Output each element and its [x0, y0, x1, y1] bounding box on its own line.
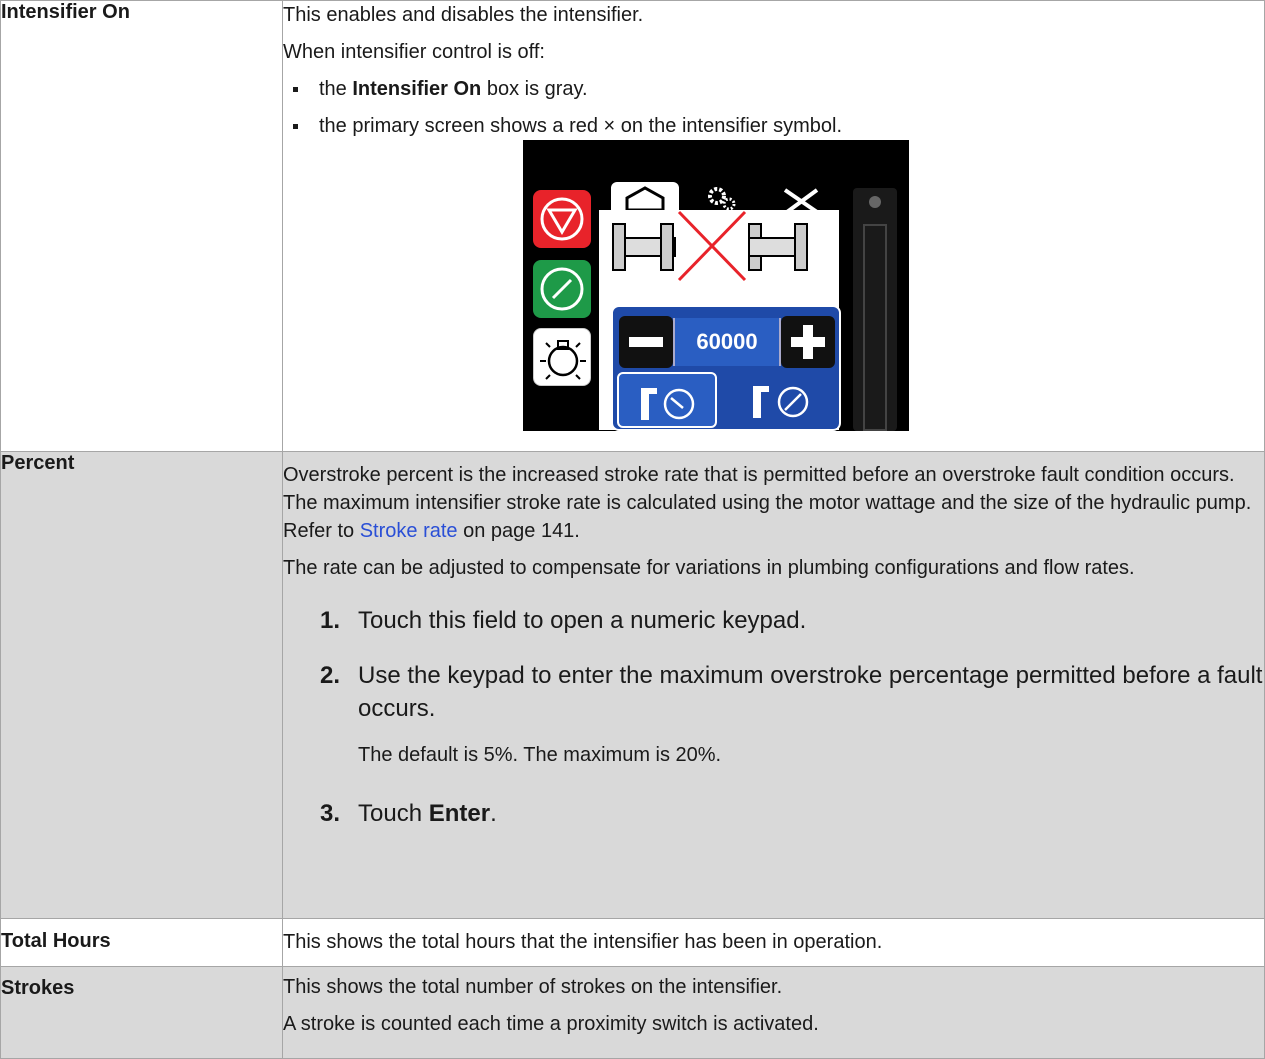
step-number: 3.: [320, 800, 341, 827]
stroke-rate-link[interactable]: Stroke rate: [360, 520, 458, 542]
list-item: 3. Touch Enter.: [320, 797, 1264, 830]
paragraph: Overstroke percent is the increased stro…: [283, 461, 1264, 545]
step-note: The default is 5%. The maximum is 20%.: [358, 744, 722, 766]
bullet-list: the Intensifier On box is gray. the prim…: [283, 75, 1264, 140]
bullet-square-icon: [293, 87, 298, 92]
text: .: [490, 800, 497, 827]
intensifier-symbol-icon: [612, 210, 808, 282]
text: on page 141.: [457, 520, 580, 542]
list-item: 1. Touch this field to open a numeric ke…: [320, 604, 1264, 637]
bold-text: Intensifier On: [352, 78, 482, 100]
pressure-value: 60000: [673, 318, 781, 366]
text: box is gray.: [481, 78, 588, 100]
step-text: Touch this field to open a numeric keypa…: [358, 607, 807, 634]
list-item: 2. Use the keypad to enter the maximum o…: [320, 659, 1264, 769]
row-intensifier-on: Intensifier On This enables and disables…: [0, 0, 1265, 452]
row-label: Strokes: [0, 966, 283, 1059]
row-strokes: Strokes This shows the total number of s…: [0, 966, 1265, 1059]
row-description: Overstroke percent is the increased stro…: [282, 451, 1265, 919]
paragraph: This shows the total hours that the inte…: [283, 931, 883, 953]
step-text: Touch: [358, 800, 429, 827]
step-text: Use the keypad to enter the maximum over…: [358, 662, 1263, 722]
step-list: 1. Touch this field to open a numeric ke…: [283, 604, 1264, 830]
paragraph: When intensifier control is off:: [283, 41, 545, 63]
pump-gauge-icon: [641, 388, 695, 420]
row-label: Total Hours: [0, 918, 283, 967]
gear-icon: [708, 187, 736, 211]
bold-text: Enter: [428, 800, 491, 827]
paragraph: This shows the total number of strokes o…: [283, 976, 783, 998]
lightbulb-icon: [540, 340, 586, 380]
text: the primary screen shows a red × on the …: [319, 115, 843, 137]
step-number: 1.: [320, 607, 341, 634]
paragraph: A stroke is counted each time a proximit…: [283, 1013, 819, 1035]
list-item: the primary screen shows a red × on the …: [293, 112, 1264, 140]
decrease-button: [619, 316, 673, 368]
row-label: Intensifier On: [0, 0, 283, 452]
paragraph: The rate can be adjusted to compensate f…: [283, 557, 1135, 579]
row-description: This shows the total number of strokes o…: [282, 966, 1265, 1059]
row-label: Percent: [0, 451, 283, 919]
stop-button: [533, 190, 591, 248]
tab-settings: [683, 182, 757, 212]
start-button: [533, 260, 591, 318]
hmi-screenshot: 60000: [523, 140, 909, 431]
text: the: [319, 78, 353, 100]
light-button: [533, 328, 591, 386]
stop-icon: [540, 197, 584, 241]
list-item: the Intensifier On box is gray.: [293, 75, 1264, 103]
row-description: This shows the total hours that the inte…: [282, 918, 1265, 967]
increase-button: [781, 316, 835, 368]
gauge-indicator-light: [869, 196, 881, 208]
step-number: 2.: [320, 662, 341, 689]
row-description: This enables and disables the intensifie…: [282, 0, 1265, 452]
pump-gauge-icon: [753, 386, 809, 418]
bullet-square-icon: [293, 124, 298, 129]
minus-icon: [629, 337, 663, 347]
paragraph: This enables and disables the intensifie…: [283, 4, 644, 26]
row-total-hours: Total Hours This shows the total hours t…: [0, 918, 1265, 967]
gauge-bar: [863, 224, 887, 431]
settings-table: Intensifier On This enables and disables…: [0, 0, 1265, 1059]
gauge-icon: [540, 267, 584, 311]
pump-mode-2: [723, 372, 837, 428]
pump-mode-1: [617, 372, 717, 428]
level-gauge: [853, 188, 897, 431]
row-percent: Percent Overstroke percent is the increa…: [0, 451, 1265, 919]
